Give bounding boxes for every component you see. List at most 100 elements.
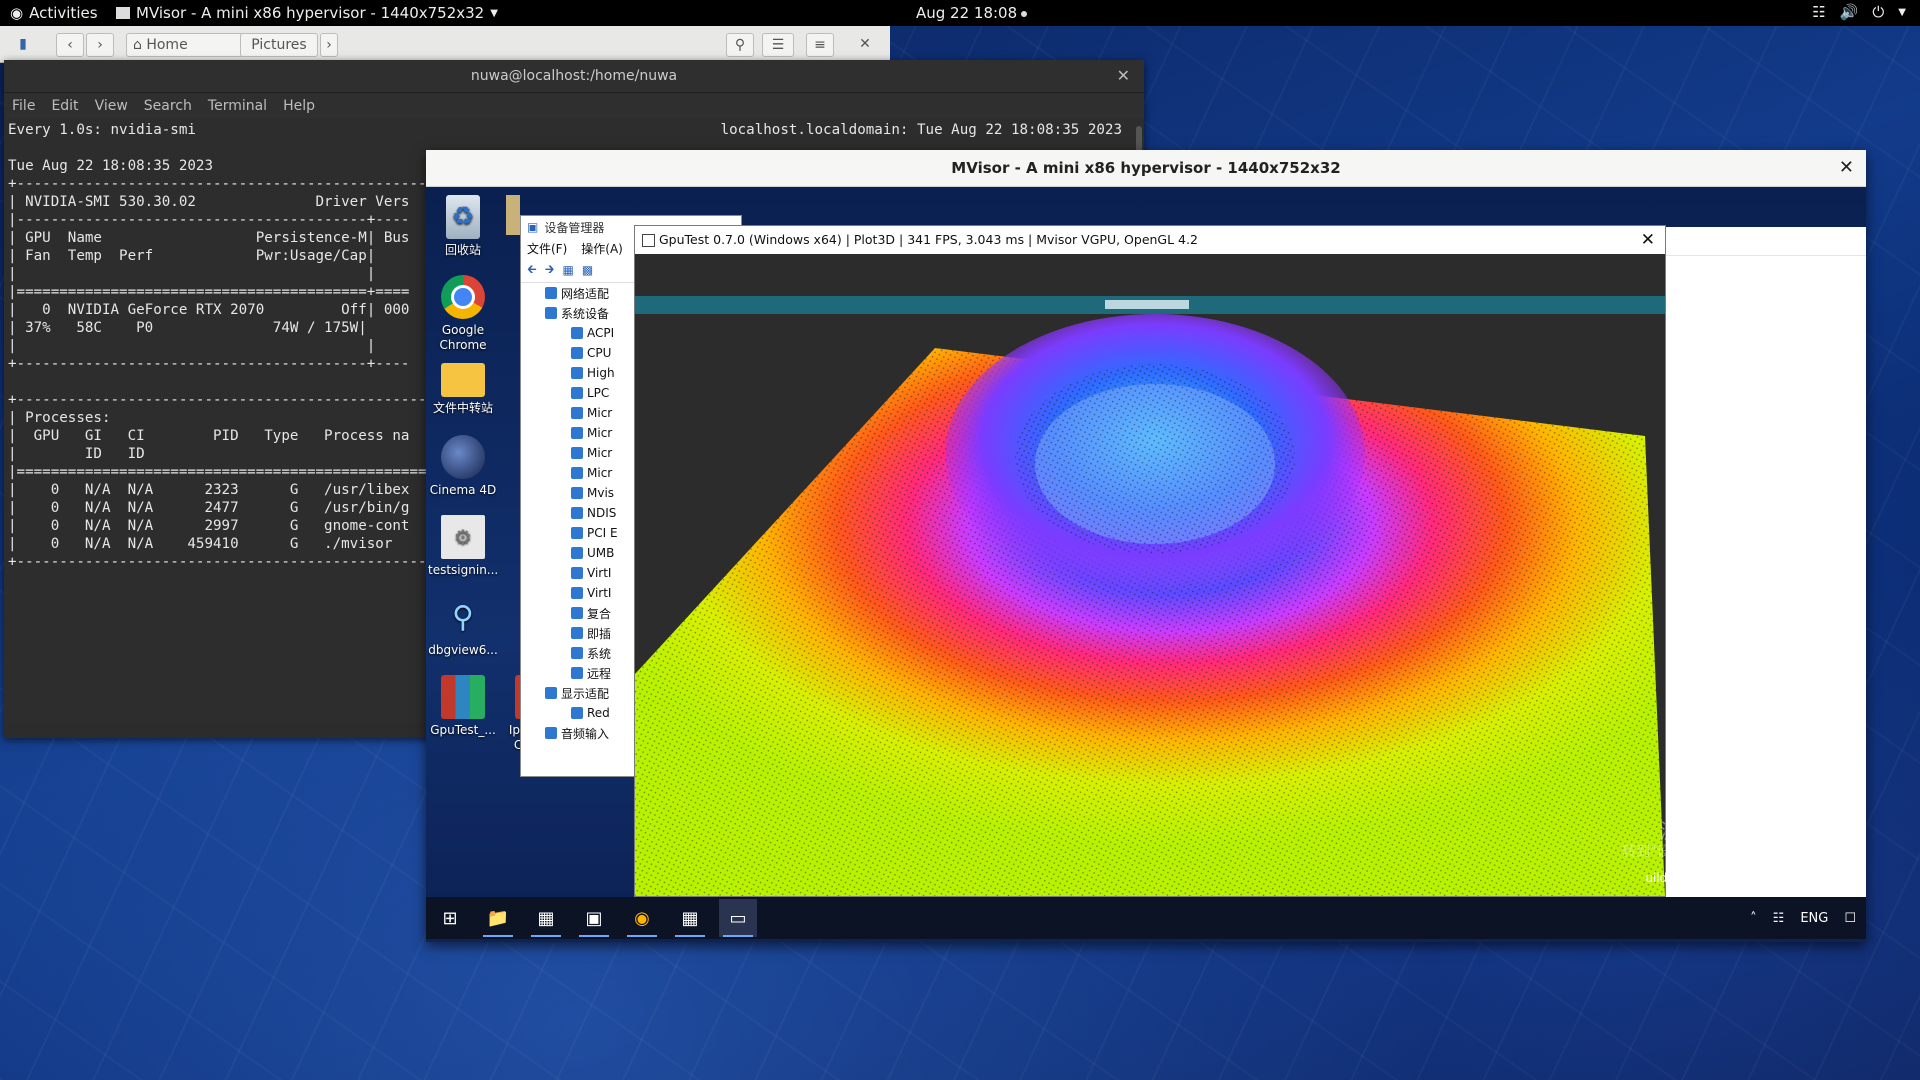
guest-desktop[interactable]: ♻ 回收站 Google Chrome 文件中转站 Cinema 4D ⚙ te… bbox=[426, 187, 1866, 939]
mvisor-window: MVisor - A mini x86 hypervisor - 1440x75… bbox=[426, 150, 1866, 942]
menu-terminal[interactable]: Terminal bbox=[208, 98, 267, 114]
close-icon[interactable]: ✕ bbox=[1117, 60, 1130, 92]
menu-button[interactable]: ≡ bbox=[806, 33, 834, 57]
device-tree-label: Micr bbox=[587, 446, 613, 460]
windows-taskbar: ⊞ 📁 ▦ ▣ ◉ ▦ ▭ ˄ ☷ ENG ☐ bbox=[426, 897, 1866, 939]
terminal-header-right: localhost.localdomain: Tue Aug 22 18:08:… bbox=[720, 122, 1122, 138]
search-button[interactable]: ⚲ bbox=[726, 33, 754, 57]
device-icon bbox=[545, 687, 557, 699]
mvisor-title: MVisor - A mini x86 hypervisor - 1440x75… bbox=[951, 159, 1341, 177]
desktop-icon-dbgview[interactable]: ⚲ dbgview6... bbox=[428, 595, 498, 658]
path-pictures-button[interactable]: Pictures bbox=[240, 33, 318, 57]
device-icon bbox=[571, 707, 583, 719]
files-app-icon: ▮ bbox=[19, 36, 27, 52]
chevron-down-icon: ▼ bbox=[1898, 6, 1906, 18]
system-menu[interactable]: ☷ 🔊 ⏻ ▼ bbox=[1812, 3, 1906, 21]
device-tree-label: Micr bbox=[587, 466, 613, 480]
gputest-title: GpuTest 0.7.0 (Windows x64) | Plot3D | 3… bbox=[659, 232, 1198, 247]
forward-arrow-icon[interactable]: 🡲 bbox=[545, 260, 555, 281]
device-icon bbox=[545, 727, 557, 739]
taskbar-app-5[interactable]: ▦ bbox=[671, 899, 709, 937]
window-app-icon: ▣ bbox=[585, 907, 603, 929]
gputest-icon: ◉ bbox=[634, 907, 650, 929]
volume-icon: 🔊 bbox=[1839, 3, 1859, 21]
device-tree-label: Mvis bbox=[587, 486, 615, 500]
menu-search[interactable]: Search bbox=[144, 98, 192, 114]
device-manager-icon: ▦ bbox=[537, 907, 555, 929]
partial-desktop-icon[interactable] bbox=[506, 195, 520, 235]
menu-action[interactable]: 操作(A) bbox=[581, 240, 623, 257]
desktop-icon-testsigning[interactable]: ⚙ testsignin... bbox=[428, 515, 498, 578]
path-home-button[interactable]: ⌂ Home bbox=[126, 33, 244, 57]
gnome-top-bar: ◉ Activities MVisor - A mini x86 hypervi… bbox=[0, 0, 1920, 26]
menu-help[interactable]: Help bbox=[283, 98, 315, 114]
list-view-icon: ☰ bbox=[771, 37, 785, 53]
taskbar-gputest[interactable]: ◉ bbox=[623, 899, 661, 937]
device-icon bbox=[571, 547, 583, 559]
start-button[interactable]: ⊞ bbox=[431, 899, 469, 937]
device-icon bbox=[571, 507, 583, 519]
forward-button[interactable]: › bbox=[86, 33, 114, 57]
chevron-up-icon[interactable]: ˄ bbox=[1750, 911, 1757, 926]
view-toggle-button[interactable]: ☰ bbox=[762, 33, 794, 57]
cinema4d-icon bbox=[441, 435, 485, 479]
back-arrow-icon[interactable]: 🡰 bbox=[527, 260, 537, 281]
menu-view[interactable]: View bbox=[95, 98, 128, 114]
taskbar-app-3[interactable]: ▣ bbox=[575, 899, 613, 937]
desktop-icon-cinema4d[interactable]: Cinema 4D bbox=[428, 435, 498, 498]
notification-icon[interactable]: ☐ bbox=[1844, 911, 1856, 926]
settings-file-icon: ⚙ bbox=[441, 515, 485, 559]
activities-button[interactable]: ◉ Activities bbox=[10, 4, 98, 22]
close-icon[interactable]: ✕ bbox=[1839, 150, 1854, 186]
device-tree-label: 显示适配 bbox=[561, 686, 610, 701]
activities-label: Activities bbox=[29, 4, 98, 22]
back-button[interactable]: ‹ bbox=[56, 33, 84, 57]
desktop-icon-chrome[interactable]: Google Chrome bbox=[428, 275, 498, 353]
clock[interactable]: Aug 22 18:08 bbox=[916, 4, 1028, 22]
path-next-button[interactable]: › bbox=[320, 33, 338, 57]
menu-edit[interactable]: Edit bbox=[51, 98, 78, 114]
windows-edition: Windows 10 专业版 bbox=[1749, 857, 1862, 871]
device-icon bbox=[571, 427, 583, 439]
device-tree-label: VirtI bbox=[587, 586, 612, 600]
recycle-bin-icon: ♻ bbox=[446, 195, 480, 239]
plot3d-viewport[interactable] bbox=[635, 254, 1665, 896]
folder-icon bbox=[441, 363, 485, 397]
menu-file[interactable]: File bbox=[12, 98, 35, 114]
path-home-label: Home bbox=[146, 37, 188, 53]
network-icon[interactable]: ☷ bbox=[1773, 911, 1785, 926]
device-tree-label: High bbox=[587, 366, 615, 380]
device-tree-label: 系统 bbox=[587, 646, 612, 661]
device-icon bbox=[571, 647, 583, 659]
desktop-icon-label: Cinema 4D bbox=[429, 483, 497, 497]
chevron-right-icon: › bbox=[97, 37, 103, 53]
desktop-icon-transfer-folder[interactable]: 文件中转站 bbox=[428, 355, 498, 416]
close-icon[interactable]: ✕ bbox=[1641, 226, 1655, 254]
system-tray: ˄ ☷ ENG ☐ bbox=[1750, 897, 1856, 939]
properties-icon[interactable]: ▦ bbox=[562, 263, 573, 277]
clock-label: Aug 22 18:08 bbox=[916, 4, 1018, 22]
desktop-icon-label: dbgview6... bbox=[428, 643, 498, 657]
device-tree-label: 音频输入 bbox=[561, 726, 610, 741]
hamburger-icon: ≡ bbox=[814, 37, 826, 53]
close-button[interactable]: ✕ bbox=[852, 33, 878, 55]
app-menu[interactable]: MVisor - A mini x86 hypervisor - 1440x75… bbox=[116, 4, 498, 22]
desktop-icon-label: Google Chrome bbox=[439, 323, 487, 352]
menu-file[interactable]: 文件(F) bbox=[527, 240, 567, 257]
power-icon: ⏻ bbox=[1872, 3, 1885, 21]
language-indicator[interactable]: ENG bbox=[1800, 911, 1828, 926]
desktop-icon-recycle-bin[interactable]: ♻ 回收站 bbox=[428, 195, 498, 258]
taskbar-app-2[interactable]: ▦ bbox=[527, 899, 565, 937]
desktop-icon-gputest-archive[interactable]: GpuTest_... bbox=[428, 675, 498, 738]
folder-icon: 📁 bbox=[486, 907, 510, 929]
gputest-titlebar: GpuTest 0.7.0 (Windows x64) | Plot3D | 3… bbox=[635, 226, 1665, 254]
chevron-right-icon: › bbox=[326, 37, 332, 53]
taskbar-file-explorer[interactable]: 📁 bbox=[479, 899, 517, 937]
chrome-icon bbox=[441, 275, 485, 319]
help-icon[interactable]: ▩ bbox=[582, 263, 593, 277]
plot3d-surface bbox=[635, 314, 1665, 896]
device-icon bbox=[571, 367, 583, 379]
taskbar-app-6[interactable]: ▭ bbox=[719, 899, 757, 937]
desktop-icon-label: testsignin... bbox=[428, 563, 499, 577]
windows-logo-icon: ⊞ bbox=[442, 907, 458, 929]
